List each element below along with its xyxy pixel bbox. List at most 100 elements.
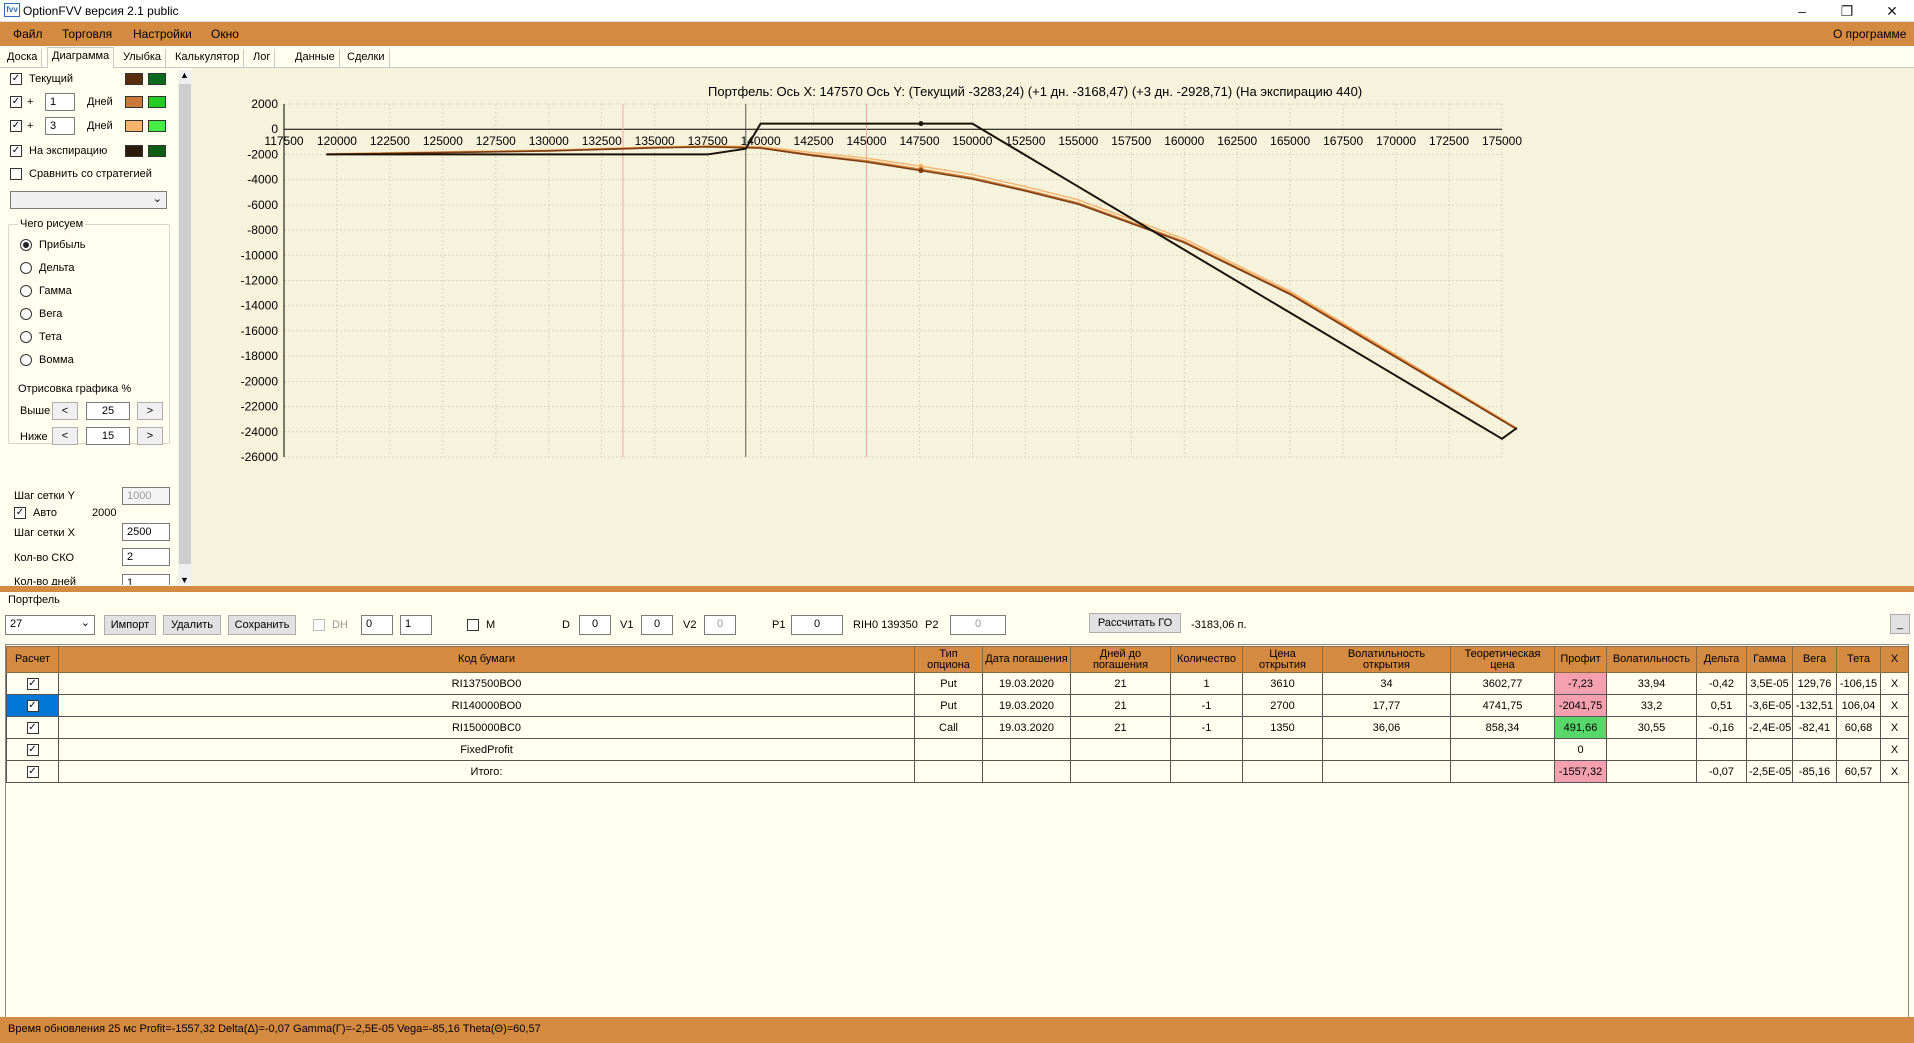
- scroll-thumb[interactable]: [179, 84, 191, 564]
- plus1-color-swatch-2[interactable]: [148, 96, 166, 108]
- table-row[interactable]: ✓ FixedProfit 0 X: [6, 738, 1909, 761]
- current-checkbox[interactable]: ✓: [10, 73, 22, 85]
- col-price[interactable]: Цена открытия: [1242, 646, 1323, 673]
- cell-calc[interactable]: ✓: [6, 760, 59, 783]
- tab-log[interactable]: Лог: [249, 49, 276, 67]
- close-button[interactable]: ✕: [1870, 1, 1914, 21]
- col-vol[interactable]: Волатильность: [1606, 646, 1697, 673]
- tab-calculator[interactable]: Калькулятор: [171, 49, 245, 67]
- p2-input[interactable]: 0: [950, 615, 1006, 635]
- tab-deals[interactable]: Сделки: [343, 49, 390, 67]
- current-color-swatch-2[interactable]: [148, 73, 166, 85]
- cell-calc[interactable]: ✓: [6, 716, 59, 739]
- above-decrease-button[interactable]: <: [52, 402, 78, 420]
- radio-vomma[interactable]: [20, 354, 32, 366]
- above-increase-button[interactable]: >: [137, 402, 163, 420]
- diagram-chart[interactable]: Портфель: Ось X: 147570 Ось Y: (Текущий …: [192, 68, 1914, 586]
- expiry-color-swatch[interactable]: [125, 145, 143, 157]
- cell-x[interactable]: X: [1880, 716, 1909, 739]
- plus3-color-swatch[interactable]: [125, 120, 143, 132]
- cell-calc[interactable]: ✓: [6, 672, 59, 695]
- restore-button[interactable]: ❐: [1825, 1, 1869, 21]
- plus1-color-swatch[interactable]: [125, 96, 143, 108]
- plus1-checkbox[interactable]: ✓: [10, 96, 22, 108]
- col-code[interactable]: Код бумаги: [58, 646, 915, 673]
- tab-data[interactable]: Данные: [291, 49, 340, 67]
- menu-settings[interactable]: Настройки: [133, 27, 192, 41]
- below-input[interactable]: 15: [86, 427, 130, 445]
- grid-x-input[interactable]: 2500: [122, 523, 170, 541]
- col-date[interactable]: Дата погашения: [982, 646, 1071, 673]
- cell-calc[interactable]: ✓: [6, 738, 59, 761]
- scroll-down-icon[interactable]: ▼: [180, 575, 189, 585]
- row-calc-checkbox[interactable]: ✓: [26, 700, 39, 712]
- spin1-input[interactable]: 0: [361, 615, 393, 635]
- minimize-grid-button[interactable]: _: [1890, 614, 1910, 634]
- col-gamma[interactable]: Гамма: [1746, 646, 1793, 673]
- sko-input[interactable]: 2: [122, 548, 170, 566]
- cell-calc[interactable]: ✓: [6, 694, 59, 717]
- points-input[interactable]: 1: [122, 574, 170, 585]
- d-input[interactable]: 0: [579, 615, 611, 635]
- left-panel-scrollbar[interactable]: ▲ ▼: [178, 70, 192, 585]
- col-theta[interactable]: Тета: [1836, 646, 1881, 673]
- plus3-color-swatch-2[interactable]: [148, 120, 166, 132]
- table-row[interactable]: ✓ Итого: -1557,32 -0,07 -2,5E-05 -85,16 60,57 X: [6, 760, 1909, 783]
- table-row[interactable]: ✓ RI140000BO0 Put 19.03.2020 21 -1 2700 17,77 47…: [6, 694, 1909, 717]
- radio-profit[interactable]: [20, 239, 32, 251]
- dh-checkbox[interactable]: [313, 619, 325, 631]
- import-button[interactable]: Импорт: [104, 615, 156, 635]
- grid-y-input[interactable]: 1000: [122, 487, 170, 505]
- cell-x[interactable]: X: [1880, 694, 1909, 717]
- p1-input[interactable]: 0: [791, 615, 843, 635]
- row-calc-checkbox[interactable]: ✓: [26, 766, 39, 778]
- expiry-color-swatch-2[interactable]: [148, 145, 166, 157]
- delete-button[interactable]: Удалить: [163, 615, 221, 635]
- menu-trading[interactable]: Торговля: [62, 27, 112, 41]
- compare-checkbox[interactable]: [10, 168, 22, 180]
- v2-input[interactable]: 0: [704, 615, 736, 635]
- row-calc-checkbox[interactable]: ✓: [26, 678, 39, 690]
- radio-delta[interactable]: [20, 262, 32, 274]
- below-decrease-button[interactable]: <: [52, 427, 78, 445]
- plus3-days-input[interactable]: 3: [45, 117, 75, 135]
- menu-file[interactable]: Файл: [13, 27, 43, 41]
- row-calc-checkbox[interactable]: ✓: [26, 744, 39, 756]
- radio-theta[interactable]: [20, 331, 32, 343]
- v1-input[interactable]: 0: [641, 615, 673, 635]
- menu-window[interactable]: Окно: [211, 27, 239, 41]
- save-button[interactable]: Сохранить: [228, 615, 296, 635]
- minimize-button[interactable]: –: [1780, 1, 1824, 21]
- col-theo[interactable]: Теоретическая цена: [1450, 646, 1555, 673]
- plus1-days-input[interactable]: 1: [45, 93, 75, 111]
- strategy-select[interactable]: ⌄: [10, 191, 167, 209]
- cell-x[interactable]: X: [1880, 672, 1909, 695]
- tab-board[interactable]: Доска: [3, 49, 43, 67]
- col-days[interactable]: Дней до погашения: [1070, 646, 1171, 673]
- cell-x[interactable]: X: [1880, 760, 1909, 783]
- col-type[interactable]: Тип опциона: [914, 646, 983, 673]
- col-qty[interactable]: Количество: [1170, 646, 1243, 673]
- radio-gamma[interactable]: [20, 285, 32, 297]
- expiry-checkbox[interactable]: ✓: [10, 145, 22, 157]
- above-input[interactable]: 25: [86, 402, 130, 420]
- table-row[interactable]: ✓ RI150000BC0 Call 19.03.2020 21 -1 1350 36,06 8…: [6, 716, 1909, 739]
- table-row[interactable]: ✓ RI137500BO0 Put 19.03.2020 21 1 3610 34 3602,7…: [6, 672, 1909, 695]
- tab-diagram[interactable]: Диаграмма: [47, 47, 115, 68]
- plus3-checkbox[interactable]: ✓: [10, 120, 22, 132]
- col-x[interactable]: X: [1880, 646, 1909, 673]
- col-calc[interactable]: Расчет: [6, 646, 59, 673]
- menu-about[interactable]: О программе: [1833, 27, 1906, 41]
- auto-checkbox[interactable]: ✓: [14, 507, 26, 519]
- col-vega[interactable]: Вега: [1792, 646, 1837, 673]
- portfolio-select[interactable]: 27 ⌄: [5, 615, 95, 635]
- col-open-vol[interactable]: Волатильность открытия: [1322, 646, 1451, 673]
- scroll-up-icon[interactable]: ▲: [180, 70, 189, 80]
- below-increase-button[interactable]: >: [137, 427, 163, 445]
- cell-x[interactable]: X: [1880, 738, 1909, 761]
- spin2-input[interactable]: 1: [400, 615, 432, 635]
- tab-smile[interactable]: Улыбка: [119, 49, 167, 67]
- col-delta[interactable]: Дельта: [1696, 646, 1747, 673]
- row-calc-checkbox[interactable]: ✓: [26, 722, 39, 734]
- col-profit[interactable]: Профит: [1554, 646, 1607, 673]
